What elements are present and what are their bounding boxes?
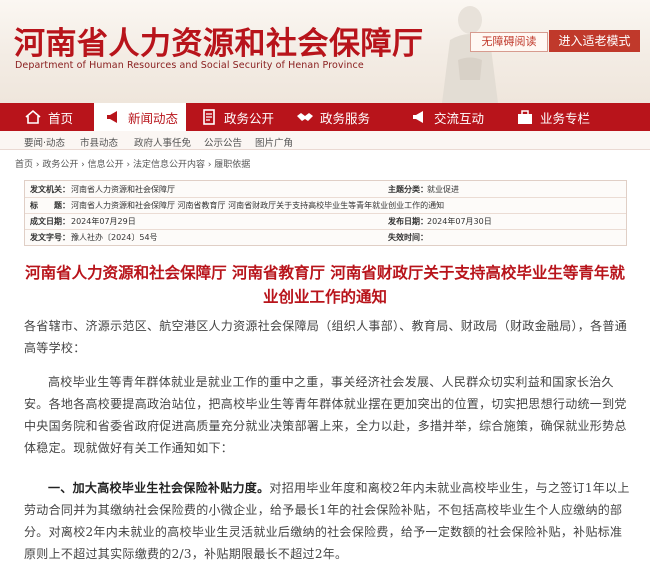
article-paragraph: 一、加大高校毕业生社会保险补贴力度。对招用毕业年度和离校2年内未就业高校毕业生，…	[24, 477, 630, 565]
meta-no-label: 发文字号：	[30, 233, 70, 242]
subnav-item[interactable]: 要闻·动态	[24, 135, 65, 149]
article-addressee: 各省辖市、济源示范区、航空港区人力资源社会保障局（组织人事部）、教育局、财政局（…	[24, 319, 628, 355]
nav-interaction-label: 交流互动	[434, 110, 485, 126]
article-title-line1: 河南省人力资源和社会保障厅 河南省教育厅 河南省财政厅关于支持高校毕业生等青年就	[25, 264, 625, 282]
article-paragraph: 高校毕业生等青年群体就业是就业工作的重中之重，事关经济社会发展、人民群众切实利益…	[24, 375, 627, 455]
subnav-item[interactable]: 图片广角	[255, 135, 293, 149]
site-title: 河南省人力资源和社会保障厅	[14, 26, 424, 62]
home-icon	[25, 109, 41, 124]
meta-title-label: 标 题：	[30, 201, 70, 210]
meta-issuer-value: 河南省人力资源和社会保障厅	[71, 185, 175, 194]
meta-pub-value: 2024年07月30日	[427, 217, 492, 226]
site-banner: 河南省人力资源和社会保障厅 Department of Human Resour…	[0, 0, 650, 103]
subnav-item[interactable]: 政府人事任免	[134, 135, 191, 149]
nav-news[interactable]: 新闻动态	[94, 103, 186, 131]
document-icon	[203, 109, 215, 125]
nav-business-label: 业务专栏	[540, 110, 591, 126]
meta-issuer-label: 发文机关：	[30, 185, 70, 194]
subnav-item[interactable]: 公示公告	[204, 135, 242, 149]
article-title-line2: 业创业工作的通知	[262, 288, 387, 306]
nav-gov-service[interactable]: 政务服务	[278, 103, 386, 131]
elder-mode-button[interactable]: 进入适老模式	[549, 30, 640, 52]
meta-topic-label: 主题分类：	[388, 185, 428, 194]
meta-title-value: 河南省人力资源和社会保障厅 河南省教育厅 河南省财政厅关于支持高校毕业生等青年就…	[71, 201, 445, 210]
nav-news-label: 新闻动态	[128, 110, 179, 126]
main-nav: 首页 新闻动态 政务公开 政务服务 交流互动 业务专栏	[0, 103, 650, 131]
megaphone-icon	[107, 111, 117, 123]
handshake-icon	[297, 113, 313, 121]
nav-gov-open[interactable]: 政务公开	[186, 103, 278, 131]
site-subtitle: Department of Human Resources and Social…	[15, 60, 364, 71]
meta-pub-label: 发布日期：	[388, 217, 428, 226]
meta-no-value: 豫人社办〔2024〕54号	[71, 233, 158, 242]
meta-topic-value: 就业促进	[427, 185, 459, 194]
accessibility-button[interactable]: 无障碍阅读	[470, 32, 548, 52]
nav-home[interactable]: 首页	[0, 103, 94, 131]
megaphone-icon	[413, 111, 423, 123]
sub-nav: 要闻·动态 市县动态 政府人事任免 公示公告 图片广角	[0, 131, 650, 150]
meta-date-value: 2024年07月29日	[71, 217, 136, 226]
nav-gov-service-label: 政务服务	[320, 110, 371, 126]
subnav-item[interactable]: 市县动态	[80, 135, 118, 149]
briefcase-icon	[518, 110, 532, 124]
nav-business[interactable]: 业务专栏	[492, 103, 650, 131]
breadcrumb[interactable]: 首页 › 政务公开 › 信息公开 › 法定信息公开内容 › 履职依据	[15, 157, 250, 170]
nav-home-label: 首页	[48, 110, 74, 126]
article-title: 河南省人力资源和社会保障厅 河南省教育厅 河南省财政厅关于支持高校毕业生等青年就…	[14, 261, 636, 309]
nav-interaction[interactable]: 交流互动	[386, 103, 492, 131]
nav-gov-open-label: 政务公开	[224, 110, 275, 126]
article-section-heading: 一、加大高校毕业生社会保险补贴力度。	[48, 481, 270, 495]
meta-date-label: 成文日期：	[30, 217, 70, 226]
document-meta-table: 发文机关： 河南省人力资源和社会保障厅 主题分类： 就业促进 标 题： 河南省人…	[24, 180, 627, 246]
meta-valid-label: 失效时间：	[388, 233, 428, 242]
